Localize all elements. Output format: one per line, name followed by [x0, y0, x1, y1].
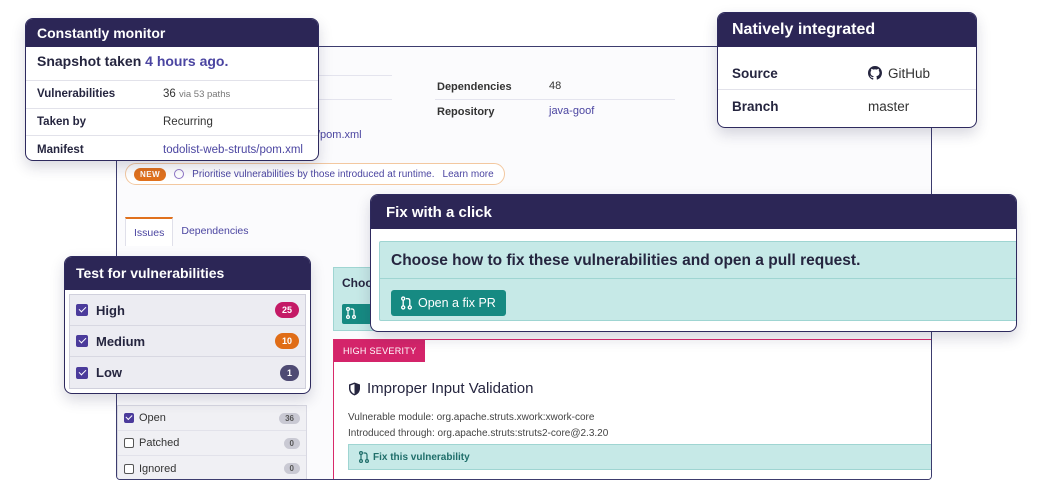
filter-low[interactable]: Low 1 [70, 357, 305, 388]
filter-label: Patched [139, 437, 180, 449]
checkbox-checked-icon[interactable] [124, 413, 134, 423]
branch-value: master [868, 99, 910, 114]
info-value: Recurring [163, 115, 213, 128]
info-key: Manifest [37, 143, 84, 156]
info-row-branch: Branch master [718, 90, 976, 123]
open-fix-pr-button[interactable]: Open a fix PR [391, 290, 506, 316]
filter-label: Medium [96, 333, 146, 349]
severity-badge: HIGH SEVERITY [334, 340, 426, 362]
info-key: Taken by [37, 115, 86, 128]
monitor-card: Constantly monitor Snapshot taken 4 hour… [25, 18, 319, 161]
introduced-through: Introduced through: org.apache.struts:st… [348, 428, 609, 439]
count-badge: 0 [283, 463, 300, 474]
runtime-tip-banner: NEW Prioritise vulnerabilities by those … [125, 163, 505, 185]
fix-this-vulnerability-label: Fix this vulnerability [373, 451, 470, 463]
dependencies-label: Dependencies [437, 81, 512, 93]
snapshot-prefix: Snapshot taken [37, 53, 146, 69]
vulnerability-count: 36 [163, 88, 176, 101]
checkbox-checked-icon[interactable] [76, 366, 88, 379]
integration-card-title: Natively integrated [718, 13, 976, 47]
info-row-taken-by: Taken by Recurring [26, 109, 318, 136]
info-row-manifest: Manifest todolist-web-struts/pom.xml [26, 136, 318, 160]
fix-prompt: Choose how to fix these vulnerabilities … [391, 252, 861, 269]
checkbox-checked-icon[interactable] [76, 304, 88, 316]
info-row-vulnerabilities: Vulnerabilities 36 via 53 paths [26, 81, 318, 109]
git-pull-request-icon [359, 451, 369, 463]
filter-label: Open [139, 412, 166, 424]
info-key: Branch [732, 99, 779, 114]
shield-icon [348, 382, 361, 396]
divider [380, 278, 1016, 279]
vulnerable-module: Vulnerable module: org.apache.struts.xwo… [348, 412, 595, 423]
filter-label: Low [96, 365, 122, 380]
info-value: 36 via 53 paths [163, 88, 230, 100]
status-filter-list: Open 36 Patched 0 Ignored 0 [117, 405, 307, 479]
checkbox-icon[interactable] [124, 438, 134, 448]
repository-label: Repository [437, 106, 495, 118]
github-icon [868, 66, 882, 80]
checkbox-icon[interactable] [124, 463, 134, 474]
dependencies-value: 48 [549, 80, 562, 92]
git-pull-request-icon [346, 307, 368, 319]
integration-rows: Source GitHub Branch master [718, 47, 976, 123]
info-key: Vulnerabilities [37, 88, 116, 101]
fix-pr-button-fragment[interactable] [342, 304, 372, 324]
filter-high[interactable]: High 25 [70, 295, 305, 326]
severity-filter-list: High 25 Medium 10 Low 1 [69, 294, 306, 389]
fix-panel-title-fragment: Choo [342, 276, 373, 290]
vulnerability-title[interactable]: Improper Input Validation [367, 380, 534, 397]
manifest-link[interactable]: todolist-web-struts/pom.xml [163, 144, 303, 156]
info-value: GitHub [868, 66, 930, 81]
filter-label: High [96, 302, 125, 318]
tabs: Issues Dependencies [125, 217, 257, 246]
tip-text: Prioritise vulnerabilities by those intr… [192, 168, 435, 180]
snapshot-time: 4 hours ago. [145, 53, 229, 69]
tab-dependencies[interactable]: Dependencies [173, 217, 256, 246]
fix-panel: Choose how to fix these vulnerabilities … [379, 241, 1016, 321]
circle-icon [174, 169, 185, 179]
monitor-card-title: Constantly monitor [26, 19, 318, 47]
vulnerability-card: HIGH SEVERITY Improper Input Validation … [333, 339, 931, 479]
info-key: Source [732, 65, 778, 81]
high-count-badge: 25 [274, 302, 299, 318]
divider [435, 99, 675, 100]
filter-ignored[interactable]: Ignored 0 [118, 456, 306, 479]
repository-meta: Repository [437, 106, 494, 118]
git-pull-request-icon [401, 296, 412, 310]
medium-count-badge: 10 [274, 333, 299, 349]
paths-count: via 53 paths [179, 89, 231, 101]
learn-more-link[interactable]: Learn more [443, 169, 494, 180]
filter-patched[interactable]: Patched 0 [118, 431, 306, 456]
page: Dependencies 48 Repository java-goof /po… [0, 0, 1040, 495]
severity-filter-card: Test for vulnerabilities High 25 Medium … [64, 256, 311, 394]
info-row-source: Source GitHub [718, 57, 976, 90]
count-badge: 0 [283, 437, 300, 449]
integration-card: Natively integrated Source GitHub Branch… [717, 12, 977, 128]
tab-issues[interactable]: Issues [125, 217, 174, 246]
severity-filter-title: Test for vulnerabilities [65, 257, 310, 290]
new-badge: NEW [134, 167, 167, 181]
snapshot-status: Snapshot taken 4 hours ago. [26, 47, 318, 81]
fix-this-vulnerability-button[interactable]: Fix this vulnerability [348, 444, 931, 470]
open-fix-pr-label: Open a fix PR [418, 296, 496, 310]
fix-card-title: Fix with a click [371, 195, 1016, 229]
filter-label: Ignored [139, 462, 177, 475]
filter-open[interactable]: Open 36 [118, 406, 306, 431]
count-badge: 36 [279, 412, 300, 424]
repository-link[interactable]: java-goof [549, 105, 594, 117]
manifest-link-fragment[interactable]: /pom.xml [317, 129, 362, 141]
filter-medium[interactable]: Medium 10 [70, 326, 305, 357]
fix-card: Fix with a click Choose how to fix these… [370, 194, 1017, 332]
low-count-badge: 1 [279, 364, 299, 381]
source-value: GitHub [888, 65, 931, 81]
checkbox-checked-icon[interactable] [76, 335, 88, 347]
dependencies-meta: Dependencies [437, 81, 512, 93]
vulnerability-title-row: Improper Input Validation [348, 380, 534, 397]
